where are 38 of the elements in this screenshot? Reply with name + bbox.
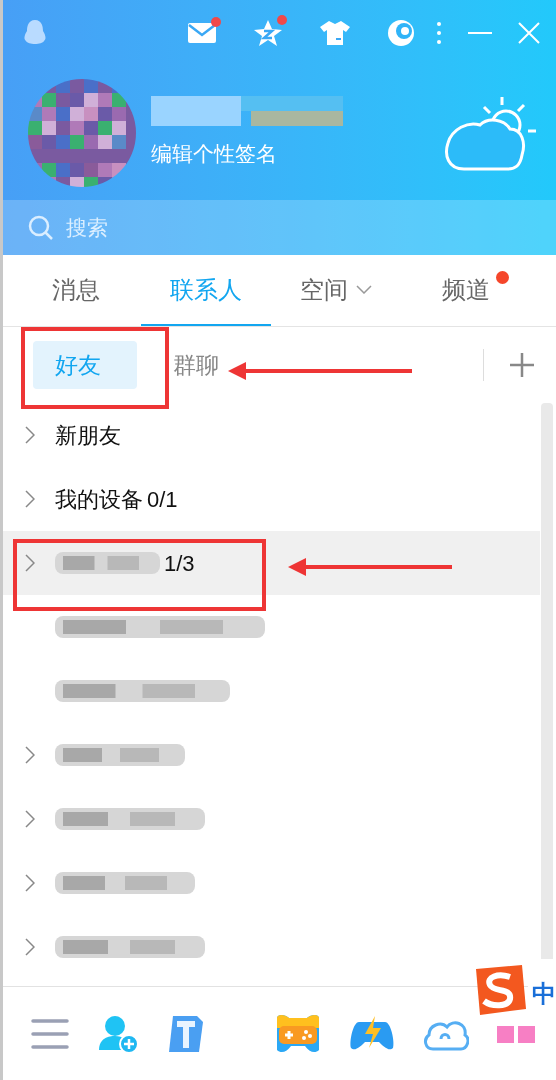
avatar[interactable]	[28, 79, 136, 187]
sub-tab[interactable]: 群聊	[151, 341, 255, 389]
chevron-right-icon	[25, 426, 35, 444]
group-name: 我的设备	[55, 485, 143, 514]
chevron-right-icon	[25, 746, 35, 764]
group-row[interactable]: 我的设备 0/1	[3, 467, 540, 531]
search-input[interactable]: 搜索	[66, 207, 506, 248]
online-count: 1/3	[164, 549, 195, 578]
apps-icon[interactable]	[497, 1023, 535, 1044]
add-contact-icon[interactable]	[97, 1013, 139, 1054]
tab[interactable]: 空间	[271, 255, 401, 326]
chevron-right-icon	[25, 874, 35, 892]
minimize-icon[interactable]	[468, 31, 492, 35]
group-row[interactable]: 新朋友	[3, 403, 540, 467]
game-controller-icon[interactable]	[275, 1013, 321, 1054]
chevron-right-icon	[25, 490, 35, 508]
shirt-icon[interactable]	[319, 20, 351, 46]
plus-icon[interactable]	[510, 353, 534, 377]
file-upload-icon[interactable]	[167, 1013, 205, 1054]
tab[interactable]: 频道	[401, 255, 531, 326]
close-icon[interactable]	[518, 22, 540, 44]
star-icon[interactable]	[253, 19, 283, 47]
more-icon[interactable]	[436, 21, 442, 45]
online-count: 0/1	[147, 485, 178, 514]
penguin-icon	[23, 19, 47, 47]
chevron-right-icon	[25, 938, 35, 956]
menu-icon[interactable]	[31, 1017, 69, 1050]
mail-icon[interactable]	[187, 21, 217, 45]
group-row[interactable]: 1/3	[3, 531, 540, 595]
moon-icon[interactable]	[387, 19, 415, 47]
lightning-controller-icon[interactable]	[349, 1015, 395, 1052]
chevron-right-icon	[25, 810, 35, 828]
chevron-right-icon	[25, 554, 35, 572]
search-field[interactable]: 搜索	[3, 200, 556, 255]
tab[interactable]: 消息	[11, 255, 141, 326]
group-name: 新朋友	[55, 421, 121, 450]
search-icon	[28, 214, 54, 241]
weather-icon[interactable]	[444, 95, 536, 171]
